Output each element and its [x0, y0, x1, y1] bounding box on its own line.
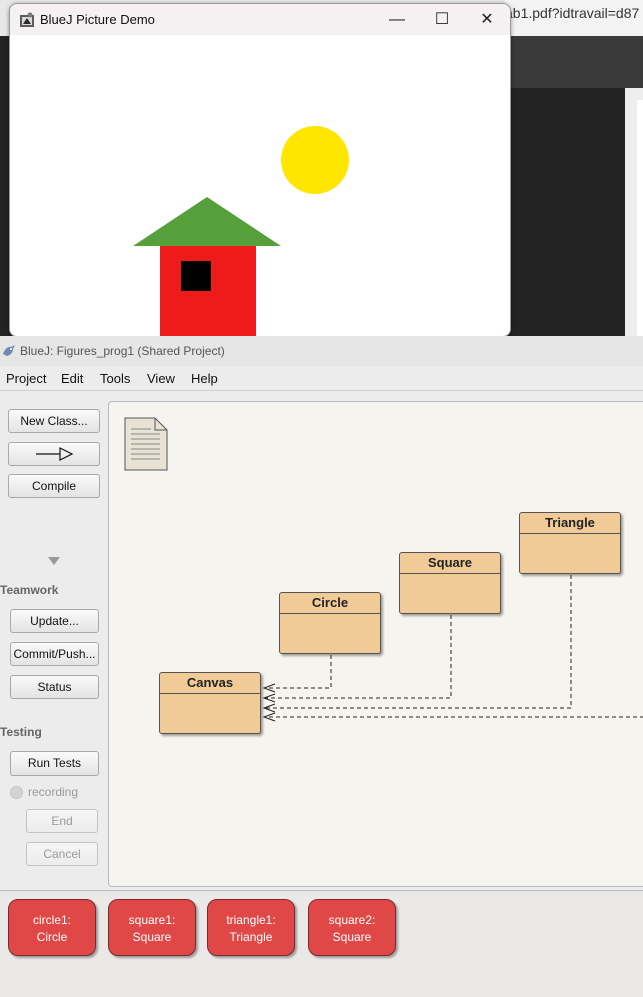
picture-canvas: [133, 126, 349, 336]
close-button[interactable]: ✕: [464, 4, 510, 35]
menu-bar: Project Edit Tools View Help: [0, 366, 643, 391]
run-tests-button[interactable]: Run Tests: [10, 751, 99, 776]
object-circle1[interactable]: circle1: Circle: [8, 899, 96, 956]
minimize-button[interactable]: —: [374, 4, 420, 35]
java-app-icon: [20, 12, 34, 27]
class-name: Canvas: [186, 675, 234, 690]
recording-indicator: [10, 786, 23, 799]
object-name: square1:: [128, 913, 176, 927]
circle-canvas-dependency: [264, 655, 332, 689]
background-panel-inner: [637, 100, 643, 336]
object-type: Circle: [36, 930, 68, 944]
update-button[interactable]: Update...: [10, 609, 99, 633]
object-name: square2:: [328, 913, 376, 927]
new-class-button[interactable]: New Class...: [8, 409, 100, 433]
object-name: triangle1:: [226, 913, 276, 927]
browser-url-fragment[interactable]: ab1.pdf?idtravail=d87: [505, 0, 643, 36]
recording-label: recording: [28, 785, 79, 799]
end-recording-button[interactable]: End: [26, 809, 98, 833]
picture-demo-title: BlueJ Picture Demo: [40, 12, 155, 27]
maximize-button[interactable]: ☐: [419, 4, 465, 35]
bluej-bird-icon: [3, 345, 15, 356]
object-square2[interactable]: square2: Square: [308, 899, 396, 956]
menu-tools[interactable]: Tools: [100, 371, 130, 386]
class-name: Circle: [311, 595, 349, 610]
cancel-recording-button[interactable]: Cancel: [26, 842, 98, 866]
chevron-down-icon[interactable]: [47, 556, 61, 566]
object-name: circle1:: [32, 913, 71, 927]
object-type: Square: [132, 930, 172, 944]
class-name: Triangle: [545, 515, 595, 530]
teamwork-label: Teamwork: [0, 583, 59, 597]
class-canvas[interactable]: Canvas: [159, 672, 261, 734]
class-square[interactable]: Square: [399, 552, 501, 614]
roof-triangle: [133, 197, 281, 246]
object-type: Triangle: [229, 930, 273, 944]
object-bench: circle1: Circle square1: Square triangle…: [0, 890, 643, 997]
bluej-titlebar[interactable]: BlueJ: Figures_prog1 (Shared Project): [0, 336, 643, 366]
menu-edit[interactable]: Edit: [61, 371, 83, 386]
class-name: Square: [427, 555, 473, 570]
new-arrow-button[interactable]: [8, 442, 100, 466]
class-diagram: Triangle Square Circle Canvas: [108, 401, 643, 887]
compile-button[interactable]: Compile: [8, 474, 100, 498]
menu-help[interactable]: Help: [191, 371, 218, 386]
testing-label: Testing: [0, 725, 42, 739]
status-button[interactable]: Status: [10, 675, 99, 699]
sun-circle: [281, 126, 349, 194]
bluej-main-window: BlueJ: Figures_prog1 (Shared Project) Pr…: [0, 336, 643, 997]
class-triangle[interactable]: Triangle: [519, 512, 621, 574]
object-square1[interactable]: square1: Square: [108, 899, 196, 956]
inheritance-arrow-icon: [36, 447, 74, 461]
house-window-square: [181, 261, 211, 291]
object-triangle1[interactable]: triangle1: Triangle: [207, 899, 295, 956]
bluej-window-title: BlueJ: Figures_prog1 (Shared Project): [20, 344, 225, 358]
picture-demo-window: BlueJ Picture Demo — ☐ ✕: [9, 3, 511, 337]
menu-view[interactable]: View: [147, 371, 175, 386]
picture-demo-titlebar[interactable]: BlueJ Picture Demo — ☐ ✕: [10, 4, 510, 35]
object-type: Square: [332, 930, 372, 944]
background-toolbar: [505, 36, 643, 88]
class-circle[interactable]: Circle: [279, 592, 381, 654]
commit-push-button[interactable]: Commit/Push...: [10, 642, 99, 666]
menu-project[interactable]: Project: [6, 371, 46, 386]
